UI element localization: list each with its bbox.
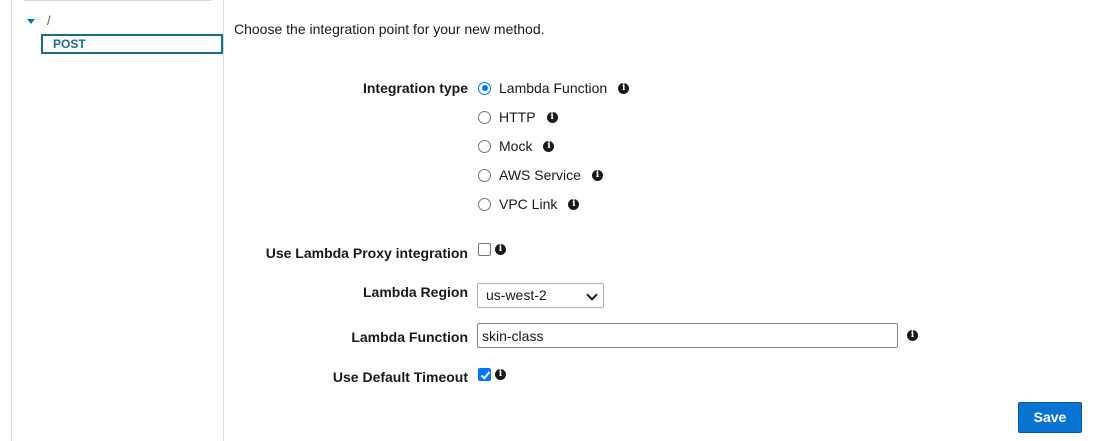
lambda-function-label: Lambda Function xyxy=(351,329,468,345)
info-icon[interactable]: i xyxy=(546,111,558,123)
radio-lambda-function[interactable] xyxy=(478,81,491,95)
radio-option-aws-service[interactable]: AWS Service i xyxy=(478,166,603,184)
radio-label[interactable]: VPC Link xyxy=(499,196,557,212)
default-timeout-label: Use Default Timeout xyxy=(332,369,468,385)
integration-type-label: Integration type xyxy=(362,80,468,96)
radio-label[interactable]: Mock xyxy=(499,138,532,154)
chevron-down-icon[interactable] xyxy=(586,289,598,301)
radio-label[interactable]: Lambda Function xyxy=(499,80,607,96)
radio-aws-service[interactable] xyxy=(478,168,491,182)
save-button[interactable]: Save xyxy=(1018,402,1082,433)
info-icon[interactable]: i xyxy=(495,244,506,255)
radio-vpc-link[interactable] xyxy=(478,197,491,211)
radio-label[interactable]: AWS Service xyxy=(499,167,581,183)
radio-label[interactable]: HTTP xyxy=(499,109,536,125)
radio-mock[interactable] xyxy=(478,139,491,153)
info-icon[interactable]: i xyxy=(618,82,630,94)
info-icon[interactable]: i xyxy=(495,369,506,380)
lambda-function-input[interactable] xyxy=(477,323,898,348)
lambda-proxy-checkbox[interactable] xyxy=(478,243,491,256)
info-icon[interactable]: i xyxy=(568,198,580,210)
lambda-proxy-control[interactable]: i xyxy=(478,243,506,256)
radio-option-mock[interactable]: Mock i xyxy=(478,137,555,155)
info-icon[interactable]: i xyxy=(591,169,603,181)
default-timeout-checkbox[interactable] xyxy=(478,368,491,381)
intro-text: Choose the integration point for your ne… xyxy=(234,21,545,37)
lambda-region-label: Lambda Region xyxy=(362,284,468,300)
radio-option-http[interactable]: HTTP i xyxy=(478,108,558,126)
info-icon[interactable]: i xyxy=(907,330,918,341)
radio-option-vpc-link[interactable]: VPC Link i xyxy=(478,195,580,213)
method-item-post[interactable]: POST xyxy=(41,34,223,54)
lambda-region-select[interactable]: us-west-2 xyxy=(477,283,604,308)
resource-root-label[interactable]: / xyxy=(47,13,51,28)
caret-down-icon[interactable] xyxy=(27,19,35,24)
panel-divider xyxy=(11,0,12,441)
radio-http[interactable] xyxy=(478,110,491,124)
resource-tree-panel: / POST xyxy=(0,0,224,441)
lambda-region-value[interactable]: us-west-2 xyxy=(486,287,547,303)
integration-setup-page: / POST Choose the integration point for … xyxy=(0,0,1101,441)
info-icon[interactable]: i xyxy=(543,140,555,152)
lambda-proxy-label: Use Lambda Proxy integration xyxy=(265,245,468,261)
radio-option-lambda-function[interactable]: Lambda Function i xyxy=(478,79,630,97)
panel-divider xyxy=(24,0,212,1)
default-timeout-control[interactable]: i xyxy=(478,368,506,381)
